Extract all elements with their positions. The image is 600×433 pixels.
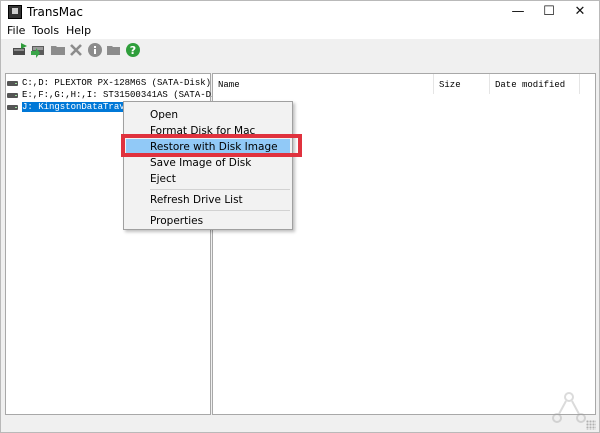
help-icon[interactable]: ?	[125, 42, 141, 58]
svg-text:?: ?	[130, 44, 136, 57]
transmac-window: TransMac — ☐ ✕ File Tools Help ? C:,D: P…	[0, 0, 600, 433]
annotation-highlight-box	[121, 134, 302, 157]
refresh-drives-icon[interactable]	[12, 42, 28, 58]
watermark-logo	[551, 391, 587, 425]
delete-icon[interactable]	[68, 42, 84, 58]
menu-item-properties[interactable]: Properties	[126, 213, 290, 229]
column-header-date-modified[interactable]: Date modified	[490, 74, 580, 94]
drive-label: C:,D: PLEXTOR PX-128M6S (SATA-Disk)	[22, 78, 212, 88]
drive-item[interactable]: E:,F:,G:,H:,I: ST31500341AS (SATA-Disk)	[7, 89, 233, 101]
folder-icon[interactable]	[50, 42, 66, 58]
menu-item-eject[interactable]: Eject	[126, 171, 290, 187]
window-title: TransMac	[27, 5, 84, 19]
resize-grip[interactable]	[586, 420, 596, 430]
column-header-name[interactable]: Name	[213, 74, 434, 94]
folder-open-icon[interactable]	[106, 42, 122, 58]
usb-drive-icon	[7, 103, 19, 111]
close-button[interactable]: ✕	[561, 1, 599, 23]
drive-label: E:,F:,G:,H:,I: ST31500341AS (SATA-Disk)	[22, 90, 233, 100]
hard-drive-icon	[7, 79, 19, 87]
menu-separator	[150, 210, 290, 211]
menu-separator	[150, 189, 290, 190]
menu-item-save-image-of-disk[interactable]: Save Image of Disk	[126, 155, 290, 171]
menu-tools[interactable]: Tools	[32, 24, 59, 37]
toolbar: ?	[1, 39, 599, 63]
info-icon[interactable]	[87, 42, 103, 58]
drive-item[interactable]: C:,D: PLEXTOR PX-128M6S (SATA-Disk)	[7, 77, 211, 89]
title-bar[interactable]: TransMac — ☐ ✕	[1, 1, 599, 23]
hard-drive-icon	[7, 91, 19, 99]
context-menu: Open Format Disk for Mac Restore with Di…	[123, 101, 293, 230]
status-bar	[1, 417, 599, 432]
menu-file[interactable]: File	[7, 24, 25, 37]
drive-action-icon[interactable]	[30, 42, 46, 58]
menu-help[interactable]: Help	[66, 24, 91, 37]
menu-bar: File Tools Help	[1, 23, 599, 39]
menu-item-open[interactable]: Open	[126, 107, 290, 123]
app-icon	[8, 5, 22, 19]
column-header-size[interactable]: Size	[434, 74, 490, 94]
menu-item-refresh-drive-list[interactable]: Refresh Drive List	[126, 192, 290, 208]
